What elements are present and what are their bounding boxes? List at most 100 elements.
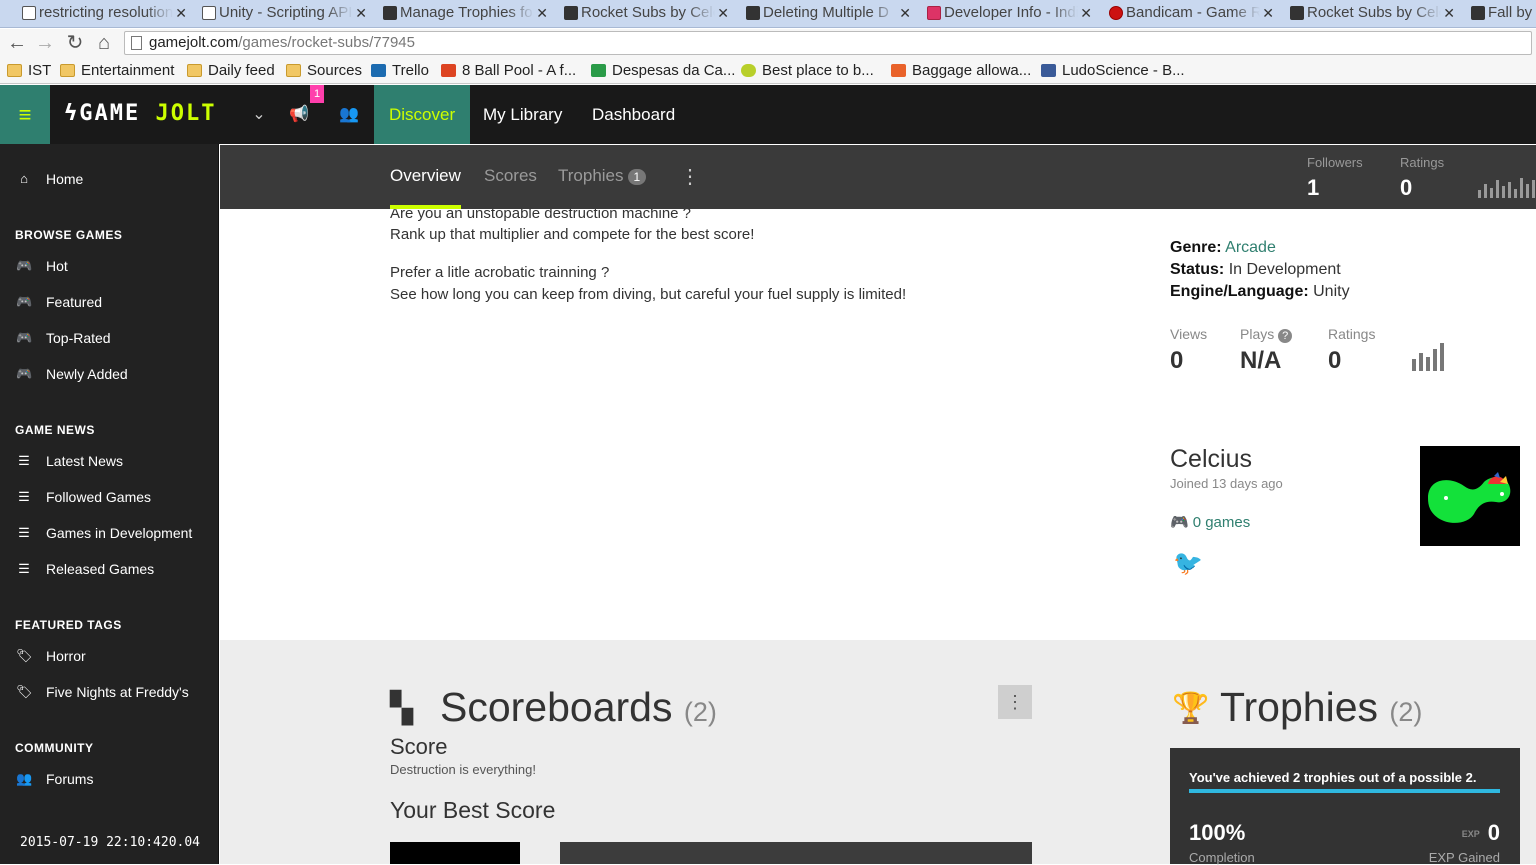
close-tab-icon[interactable]: ✕ <box>1080 2 1092 24</box>
sidebar-item-top-rated[interactable]: 🎮 Top-Rated <box>0 323 219 353</box>
close-tab-icon[interactable]: ✕ <box>1443 2 1455 24</box>
browser-toolbar: ← → ↻ ⌂ gamejolt.com/games/rocket-subs/7… <box>0 29 1536 58</box>
nav-discover[interactable]: Discover <box>374 85 471 144</box>
gamepad-icon: 🎮 <box>16 366 33 381</box>
description-line: Rank up that multiplier and compete for … <box>390 226 755 243</box>
developer-games-link[interactable]: 🎮 0 games <box>1170 513 1250 531</box>
nav-my-library[interactable]: My Library <box>468 85 577 144</box>
bookmark-item[interactable]: Trello <box>371 61 429 81</box>
browser-tab[interactable]: Manage Trophies for ✕ <box>378 2 554 27</box>
ratings-label: Ratings <box>1400 155 1445 170</box>
followers-label: Followers <box>1307 155 1363 170</box>
sidebar-item-featured[interactable]: 🎮 Featured <box>0 287 219 317</box>
stats-chart-icon[interactable] <box>1412 341 1444 371</box>
browser-tab[interactable]: Deleting Multiple D ✕ <box>741 2 917 27</box>
chevron-down-icon[interactable]: ⌄ <box>244 85 274 144</box>
gamepad-icon: 🎮 <box>16 294 33 309</box>
friends-icon[interactable]: 👥 <box>334 85 364 144</box>
news-icon: ☰ <box>18 489 30 504</box>
best-score-avatar <box>390 842 520 864</box>
plays-label: Plays? <box>1240 326 1293 343</box>
back-arrow-icon[interactable]: ← <box>5 32 29 56</box>
gamepad-icon: 🎮 <box>16 258 33 273</box>
bookmark-item[interactable]: Best place to b... <box>741 61 874 81</box>
nav-dashboard[interactable]: Dashboard <box>577 85 690 144</box>
ratings-histogram-icon <box>1478 178 1536 198</box>
sidebar-item-forums[interactable]: 👥 Forums <box>0 764 219 794</box>
sidebar-item-home[interactable]: ⌂ Home <box>0 164 219 194</box>
home-icon[interactable]: ⌂ <box>92 32 116 56</box>
browser-tab[interactable]: Bandicam - Game Recording✕ <box>1104 2 1280 27</box>
help-icon[interactable]: ? <box>1278 329 1293 343</box>
unity-icon <box>22 6 36 20</box>
scoreboard-options-button[interactable]: ⋮ <box>998 685 1032 719</box>
status-row: Status: In Development <box>1170 261 1341 278</box>
developer-avatar[interactable] <box>1420 446 1520 546</box>
close-tab-icon[interactable]: ✕ <box>899 2 911 24</box>
facebook-icon <box>1041 64 1056 77</box>
bookmark-item[interactable]: IST <box>7 61 51 81</box>
twitter-icon[interactable]: 🐦 <box>1173 549 1203 578</box>
trophies-title: Trophies (2) <box>1220 684 1423 730</box>
bookmark-item[interactable]: Daily feed <box>187 61 275 81</box>
scoreboards-icon: ▚ <box>390 692 414 725</box>
hamburger-menu-icon[interactable]: ≡ <box>0 85 50 144</box>
browser-tab[interactable]: Fall by <box>1466 2 1536 27</box>
gamejolt-icon <box>564 6 578 20</box>
bookmark-item[interactable]: Despesas da Ca... <box>591 61 735 81</box>
bookmark-item[interactable]: Baggage allowa... <box>891 61 1031 81</box>
sidebar-item-followed-games[interactable]: ☰ Followed Games <box>0 482 219 512</box>
game-subnav: Overview Scores Trophies 1 ⋮ Followers 1 … <box>220 145 1536 209</box>
browser-tab-strip: restricting resolution ✕ Unity - Scriptin… <box>0 0 1536 28</box>
close-tab-icon[interactable]: ✕ <box>536 2 548 24</box>
tag-icon: 🏷 <box>16 684 33 699</box>
tab-scores[interactable]: Scores <box>484 145 537 209</box>
bookmark-item[interactable]: Entertainment <box>60 61 174 81</box>
url-path: /games/rocket-subs/77945 <box>238 34 415 51</box>
browser-tab[interactable]: Unity - Scripting API ✕ <box>197 2 373 27</box>
recording-timestamp: 2015-07-19 22:10:420.04 <box>20 835 201 850</box>
close-tab-icon[interactable]: ✕ <box>175 2 187 24</box>
overview-content: Are you an unstopable destruction machin… <box>220 209 1536 640</box>
sidebar-item-hot[interactable]: 🎮 Hot <box>0 251 219 281</box>
trello-icon <box>371 64 386 77</box>
sidebar-item-games-in-development[interactable]: ☰ Games in Development <box>0 518 219 548</box>
browser-tab[interactable]: Rocket Subs by Celcius✕ <box>559 2 735 27</box>
bookmark-item[interactable]: Sources <box>286 61 362 81</box>
best-score-heading: Your Best Score <box>390 797 556 823</box>
reload-icon[interactable]: ↻ <box>63 32 87 56</box>
developer-name[interactable]: Celcius <box>1170 445 1252 474</box>
tab-overview[interactable]: Overview <box>390 145 461 209</box>
tab-trophies[interactable]: Trophies 1 <box>558 145 647 209</box>
bookmark-item[interactable]: LudoScience - B... <box>1041 61 1185 81</box>
description-line: Prefer a litle acrobatic trainning ? <box>390 264 610 281</box>
browser-tab[interactable]: Developer Info - Indie ✕ <box>922 2 1098 27</box>
sidebar-item-fnaf[interactable]: 🏷 Five Nights at Freddy's <box>0 677 219 707</box>
sidebar-item-released-games[interactable]: ☰ Released Games <box>0 554 219 584</box>
browser-tab[interactable]: restricting resolution ✕ <box>17 2 193 27</box>
news-icon: ☰ <box>18 525 30 540</box>
expedia-icon <box>891 64 906 77</box>
ratings-value: 0 <box>1400 175 1413 200</box>
close-tab-icon[interactable]: ✕ <box>355 2 367 24</box>
close-tab-icon[interactable]: ✕ <box>1262 2 1274 24</box>
gamejolt-logo[interactable]: ϟGAME JOLT <box>64 102 216 126</box>
bookmark-item[interactable]: 8 Ball Pool - A f... <box>441 61 576 81</box>
close-tab-icon[interactable]: ✕ <box>717 2 729 24</box>
sidebar-heading-news: GAME NEWS <box>15 423 95 437</box>
exp-icon: EXP <box>1461 829 1480 840</box>
indiedb-icon <box>927 6 941 20</box>
more-options-icon[interactable]: ⋮ <box>680 165 700 189</box>
sidebar-item-newly-added[interactable]: 🎮 Newly Added <box>0 359 219 389</box>
forward-arrow-icon[interactable]: → <box>33 32 57 56</box>
news-icon: ☰ <box>18 453 30 468</box>
sidebar-item-horror[interactable]: 🏷 Horror <box>0 641 219 671</box>
genre-link[interactable]: Arcade <box>1225 239 1276 256</box>
address-bar[interactable]: gamejolt.com/games/rocket-subs/77945 <box>124 31 1532 55</box>
sidebar-item-latest-news[interactable]: ☰ Latest News <box>0 446 219 476</box>
folder-icon <box>187 64 202 77</box>
browser-tab-active[interactable]: Rocket Subs by Celcius✕ <box>1285 2 1461 27</box>
scoreboard-name[interactable]: Score <box>390 734 447 760</box>
ratings-value: 0 <box>1328 347 1342 374</box>
folder-icon <box>286 64 301 77</box>
